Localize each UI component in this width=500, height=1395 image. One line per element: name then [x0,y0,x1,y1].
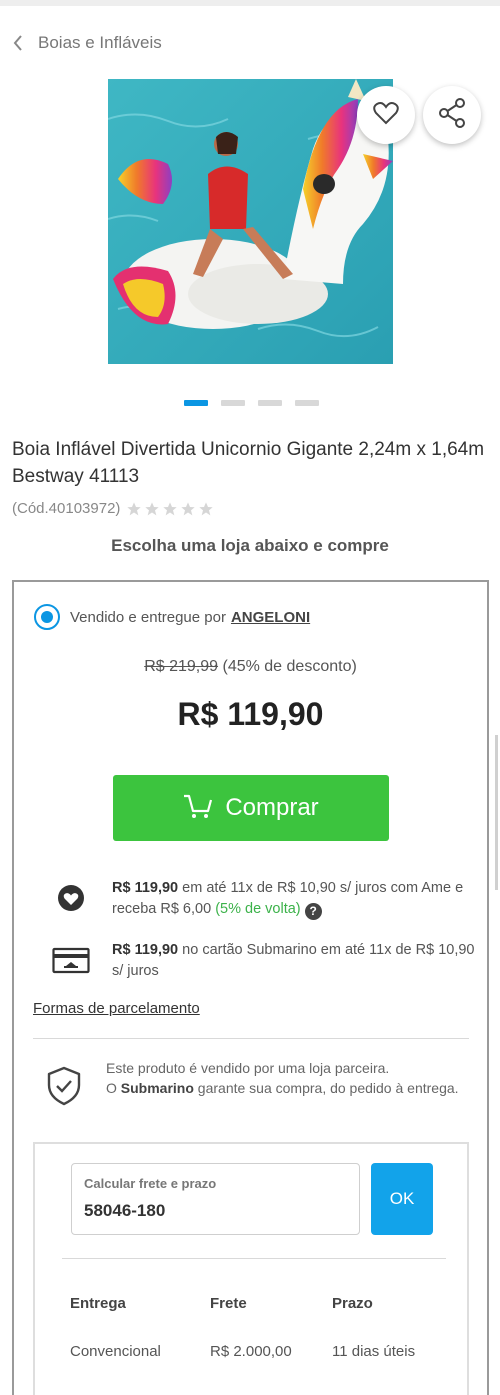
share-icon [438,97,466,133]
seller-name-link[interactable]: ANGELONI [231,609,310,626]
gallery-dot[interactable] [295,400,319,406]
seller-radio[interactable] [34,604,60,630]
shipping-table: Entrega Frete Prazo Convencional R$ 2.00… [35,1144,467,1395]
col-header-delivery: Entrega [70,1295,126,1312]
product-meta: (Cód.40103972) [12,500,214,517]
product-title: Boia Inflável Divertida Unicornio Gigant… [12,439,485,487]
gallery-dot[interactable] [221,400,245,406]
table-cell-fee: R$ 2.000,00 [210,1343,292,1360]
gallery-pagination [184,400,319,406]
chevron-left-icon [12,33,26,53]
cart-icon [183,793,213,824]
breadcrumb-back[interactable]: Boias e Infláveis [12,30,162,56]
star-icon [163,501,178,515]
product-image[interactable] [108,79,393,364]
rating-stars[interactable] [126,501,214,517]
heart-icon [373,101,399,130]
star-icon [199,501,214,515]
current-price: R$ 119,90 [177,696,324,732]
star-icon [181,501,196,515]
cashback-label: (5% de volta) [215,901,301,917]
ame-payment-row: R$ 119,90 em até 11x de R$ 10,90 s/ juro… [50,878,482,920]
breadcrumb-label: Boias e Infláveis [38,33,162,52]
ame-icon [50,878,92,920]
buy-button-label: Comprar [225,794,319,821]
old-price-row: R$ 219,99 (45% de desconto) [14,658,487,676]
share-button[interactable] [423,86,481,144]
buy-button[interactable]: Comprar [113,775,389,841]
sold-by-label: Vendido e entregue por ANGELONI [70,608,311,626]
gallery-dot[interactable] [258,400,282,406]
favorite-button[interactable] [357,86,415,144]
offer-card: Vendido e entregue por ANGELONI R$ 219,99… [12,580,489,1395]
choose-store-heading: Escolha uma loja abaixo e compre [111,536,389,555]
installments-link[interactable]: Formas de parcelamento [33,1000,200,1017]
card-payment-row: R$ 119,90 no cartão Submarino em até 11x… [50,940,482,982]
discount-label: (45% de desconto) [222,658,357,675]
scrollbar[interactable] [495,735,498,890]
star-icon [127,501,142,515]
shield-check-icon [46,1058,84,1111]
col-header-fee: Frete [210,1295,247,1312]
help-icon[interactable]: ? [304,903,322,920]
star-icon [145,501,160,515]
product-code: (Cód.40103972) [12,500,121,517]
divider [33,1038,469,1039]
seller-option[interactable]: Vendido e entregue por ANGELONI [34,604,310,630]
ame-payment-text: R$ 119,90 em até 11x de R$ 10,90 s/ juro… [112,880,464,920]
old-price: R$ 219,99 [144,658,219,675]
guarantee-notice: Este produto é vendido por uma loja parc… [46,1058,466,1111]
shipping-calculator: Calcular frete e prazo 58046-180 OK Entr… [33,1142,469,1395]
col-header-time: Prazo [332,1295,373,1312]
gallery-dot[interactable] [184,400,208,406]
guarantee-text: Este produto é vendido por uma loja parc… [106,1060,459,1096]
card-payment-text: R$ 119,90 no cartão Submarino em até 11x… [112,942,475,979]
top-divider [0,0,500,6]
table-cell-time: 11 dias úteis [332,1343,416,1360]
table-cell-delivery: Convencional [70,1343,161,1360]
credit-card-icon [50,940,92,982]
